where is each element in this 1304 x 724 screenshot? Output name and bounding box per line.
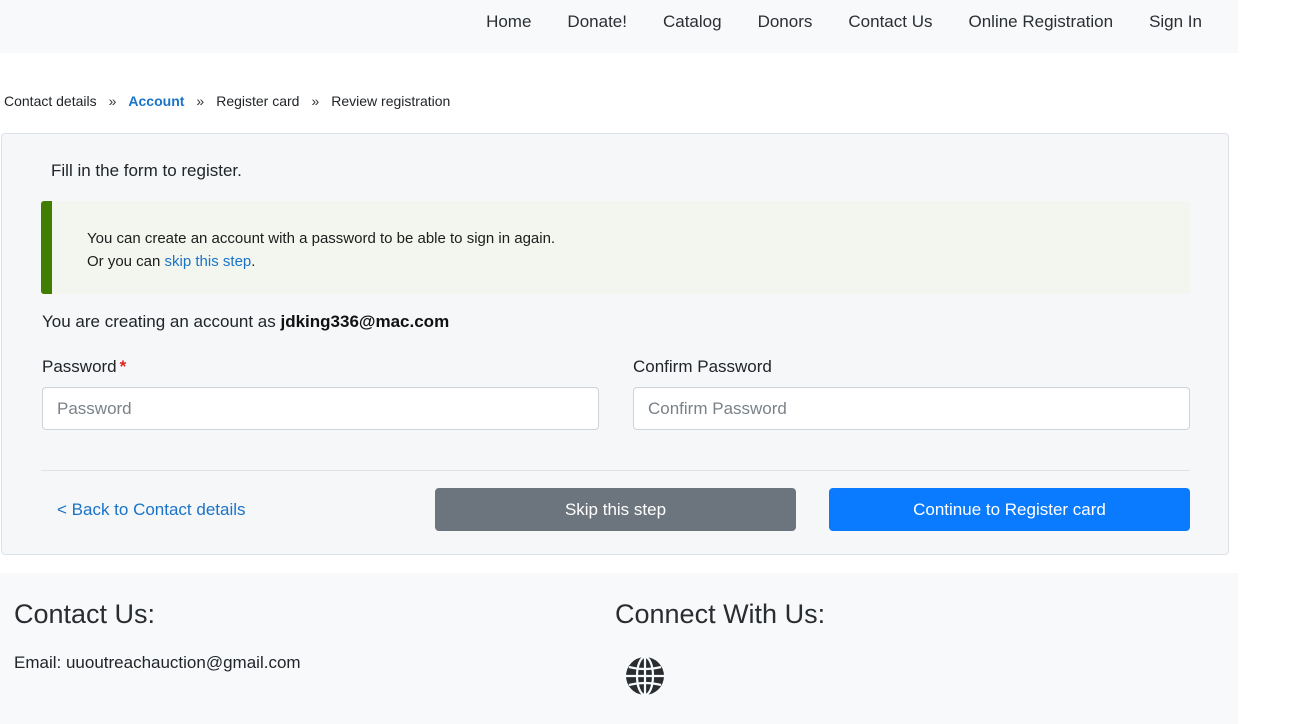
notice-line-1: You can create an account with a passwor… <box>87 230 556 247</box>
notice-line-2-prefix: Or you can <box>87 253 165 270</box>
form-divider <box>41 470 1190 471</box>
breadcrumb-step-account: Account <box>128 93 185 109</box>
nav-item-online-registration[interactable]: Online Registration <box>968 12 1113 32</box>
breadcrumb-separator: » <box>196 93 205 109</box>
nav-item-contact-us[interactable]: Contact Us <box>848 12 932 32</box>
nav-item-donors[interactable]: Donors <box>758 12 813 32</box>
skip-step-link[interactable]: skip this step <box>165 253 252 270</box>
account-email-notice: You are creating an account as jdking336… <box>42 312 449 332</box>
creating-prefix: You are creating an account as <box>42 312 281 331</box>
password-label-text: Password <box>42 357 117 376</box>
top-navbar: Home Donate! Catalog Donors Contact Us O… <box>0 0 1238 53</box>
form-intro: Fill in the form to register. <box>51 161 242 180</box>
footer-contact-email: Email: uuoutreachauction@gmail.com <box>14 653 301 672</box>
notice-line-2-suffix: . <box>251 253 256 270</box>
globe-icon[interactable] <box>624 655 666 697</box>
password-input[interactable] <box>42 387 599 430</box>
notice-line-2: Or you can skip this step. <box>87 250 1190 273</box>
confirm-password-input[interactable] <box>633 387 1190 430</box>
breadcrumb-step-review-registration: Review registration <box>331 93 451 109</box>
password-label: Password * <box>42 357 126 377</box>
registration-card: Fill in the form to register. You can cr… <box>1 133 1229 555</box>
breadcrumb-separator: » <box>108 93 117 109</box>
breadcrumb-step-contact-details: Contact details <box>4 93 97 109</box>
continue-to-register-card-button[interactable]: Continue to Register card <box>829 488 1190 531</box>
nav-item-home[interactable]: Home <box>486 12 531 32</box>
account-notice: You can create an account with a passwor… <box>41 201 1190 294</box>
registration-breadcrumb: Contact details » Account » Register car… <box>4 93 450 109</box>
nav-item-catalog[interactable]: Catalog <box>663 12 722 32</box>
page-footer: Contact Us: Email: uuoutreachauction@gma… <box>0 573 1238 724</box>
breadcrumb-separator: » <box>311 93 320 109</box>
breadcrumb-step-register-card: Register card <box>216 93 300 109</box>
back-to-contact-details-link[interactable]: < Back to Contact details <box>57 500 246 520</box>
nav-item-donate[interactable]: Donate! <box>567 12 627 32</box>
skip-step-button[interactable]: Skip this step <box>435 488 796 531</box>
footer-connect-heading: Connect With Us: <box>615 599 826 629</box>
nav-links: Home Donate! Catalog Donors Contact Us O… <box>450 0 1202 44</box>
confirm-password-label: Confirm Password <box>633 357 772 376</box>
nav-item-sign-in[interactable]: Sign In <box>1149 12 1202 32</box>
footer-contact-heading: Contact Us: <box>14 599 156 629</box>
account-email: jdking336@mac.com <box>280 312 450 331</box>
required-marker: * <box>119 357 127 376</box>
